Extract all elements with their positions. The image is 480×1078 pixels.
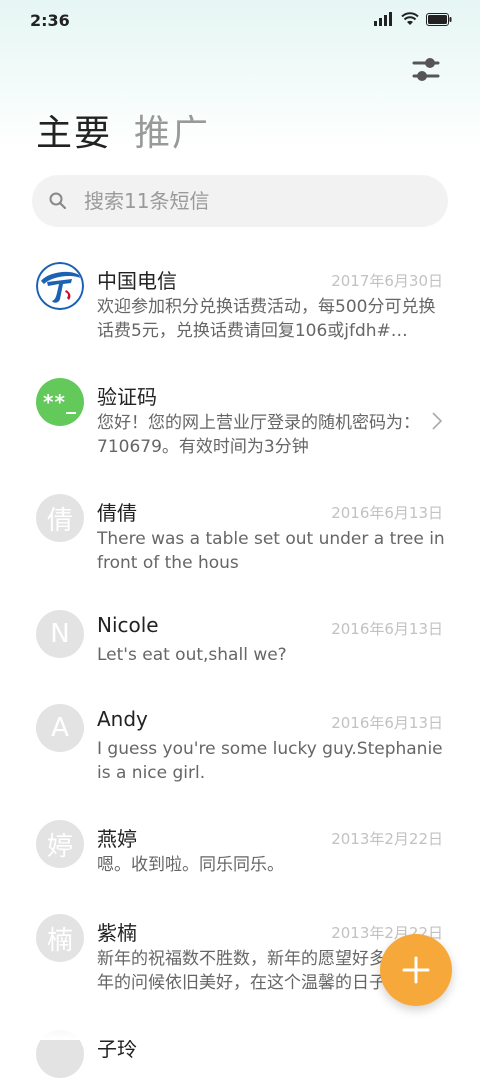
status-time: 2:36	[30, 11, 70, 30]
conversation-item[interactable]: 倩 倩倩 2016年6月13日 There was a table set ou…	[0, 478, 480, 594]
message-date: 2017年6月30日	[331, 272, 443, 290]
tab-bar: 主要 推广	[36, 104, 210, 156]
conversation-item[interactable]: 中国电信 2017年6月30日 欢迎参加积分兑换话费活动，每500分可兑换话费5…	[0, 246, 480, 362]
avatar: 婷	[36, 820, 84, 868]
message-preview: I guess you're some lucky guy.Stephanie …	[97, 739, 443, 783]
message-date: 2016年6月13日	[331, 620, 443, 638]
message-date: 2016年6月13日	[331, 504, 443, 522]
message-preview: 嗯。收到啦。同乐同乐。	[97, 855, 284, 875]
sliders-icon[interactable]	[408, 54, 444, 86]
battery-icon	[426, 12, 452, 26]
message-date: 2013年2月22日	[331, 830, 443, 848]
avatar: 楠	[36, 914, 84, 962]
conversation-item[interactable]: **_ 验证码 您好！您的网上营业厅登录的随机密码为：710679。有效时间为3…	[0, 362, 480, 478]
contact-name: 倩倩	[97, 501, 137, 525]
tab-primary[interactable]: 主要	[36, 104, 112, 156]
message-preview: 欢迎参加积分兑换话费活动，每500分可兑换话费5元，兑换话费请回复106或jfd…	[97, 297, 436, 341]
plus-icon	[402, 956, 430, 984]
search-bar[interactable]	[32, 175, 448, 227]
contact-name: 中国电信	[97, 269, 177, 293]
conversation-item[interactable]: A Andy 2016年6月13日 I guess you're some lu…	[0, 688, 480, 804]
wifi-icon	[401, 12, 419, 25]
avatar: N	[36, 610, 84, 658]
signal-icon	[374, 12, 392, 26]
search-icon	[49, 192, 67, 210]
contact-name: Andy	[97, 707, 148, 731]
contact-name: 验证码	[97, 385, 157, 409]
search-input[interactable]	[82, 188, 416, 214]
compose-button[interactable]	[380, 934, 452, 1006]
message-preview: There was a table set out under a tree i…	[97, 529, 445, 573]
avatar: A	[36, 704, 84, 752]
message-date: 2016年6月13日	[331, 714, 443, 732]
contact-name: 燕婷	[97, 827, 137, 851]
contact-name: 紫楠	[97, 921, 137, 945]
message-preview: Let's eat out,shall we?	[97, 645, 287, 665]
avatar: 倩	[36, 494, 84, 542]
conversation-item[interactable]: 婷 燕婷 2013年2月22日 嗯。收到啦。同乐同乐。	[0, 804, 480, 898]
contact-name: Nicole	[97, 613, 159, 637]
status-icons	[374, 12, 452, 26]
tab-promotions[interactable]: 推广	[134, 104, 210, 156]
chevron-right-icon[interactable]	[430, 411, 444, 431]
message-preview: 您好！您的网上营业厅登录的随机密码为：710679。有效时间为3分钟	[97, 413, 420, 457]
china-telecom-logo	[36, 262, 84, 310]
verification-code-avatar: **_	[36, 378, 84, 426]
status-bar: 2:36	[0, 0, 480, 40]
conversation-item[interactable]: N Nicole 2016年6月13日 Let's eat out,shall …	[0, 594, 480, 688]
